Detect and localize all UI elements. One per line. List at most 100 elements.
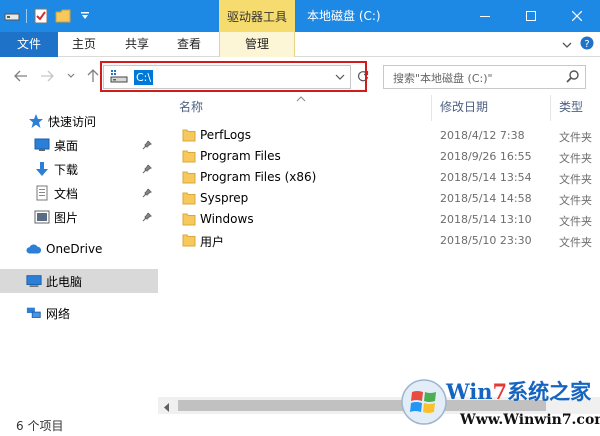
table-row[interactable]: Program Files (x86) 2018/5/14 13:54 文件夹: [158, 167, 600, 188]
forward-arrow-icon: [41, 70, 54, 82]
ribbon-tabs: 文件 主页 共享 查看 管理 ?: [0, 32, 600, 57]
quick-access-toolbar: [4, 7, 93, 25]
pin-icon[interactable]: [142, 187, 152, 201]
file-name: Program Files (x86): [200, 170, 317, 184]
tab-view[interactable]: 查看: [165, 32, 213, 57]
tab-manage[interactable]: 管理: [219, 32, 295, 57]
forward-button[interactable]: [38, 67, 56, 85]
customize-dropdown-icon[interactable]: [77, 8, 93, 24]
file-name: 用户: [200, 235, 225, 249]
table-row[interactable]: 用户 2018/5/10 23:30 文件夹: [158, 230, 600, 251]
minimize-icon: [480, 16, 490, 17]
search-input[interactable]: 搜索"本地磁盘 (C:)": [393, 70, 493, 86]
file-list: 名称 修改日期 类型 PerfLogs 2018/4/12 7:38 文件夹 P…: [158, 95, 600, 400]
file-date: 2018/5/10 23:30: [440, 234, 532, 247]
watermark: Win7系统之家 Www.Winwin7.com: [398, 372, 600, 436]
search-icon[interactable]: [565, 69, 581, 88]
column-header-date[interactable]: 修改日期: [440, 97, 488, 117]
drive-tools-context-tab: 驱动器工具: [219, 0, 295, 32]
address-highlight-frame: [100, 61, 367, 92]
sidebar-item-this-pc[interactable]: 此电脑: [0, 269, 158, 293]
pin-icon[interactable]: [142, 163, 152, 177]
folder-icon: [182, 191, 196, 208]
chevron-down-icon: [67, 73, 75, 78]
table-row[interactable]: Program Files 2018/9/26 16:55 文件夹: [158, 146, 600, 167]
minimize-button[interactable]: [462, 0, 508, 32]
tab-home[interactable]: 主页: [60, 32, 108, 57]
pin-icon[interactable]: [142, 139, 152, 153]
download-icon: [34, 161, 50, 177]
recent-locations-button[interactable]: [62, 67, 80, 85]
file-type: 文件夹: [559, 236, 592, 249]
help-icon[interactable]: ?: [580, 36, 594, 53]
file-name: Windows: [200, 212, 254, 226]
file-type: 文件夹: [559, 194, 592, 207]
toolbar-divider: [26, 9, 27, 23]
sidebar-item-label: 文档: [54, 186, 79, 201]
watermark-brand: Win7系统之家: [446, 379, 592, 404]
file-name: Program Files: [200, 149, 281, 163]
document-icon: [34, 185, 50, 201]
item-count: 6 个项目: [16, 419, 64, 433]
file-date: 2018/5/14 14:58: [440, 192, 532, 205]
navigation-pane: 快速访问 桌面 下载 文档 图片 OneDrive 此电脑 网络: [0, 95, 158, 415]
properties-check-icon[interactable]: [33, 8, 49, 24]
column-divider[interactable]: [550, 95, 551, 121]
title-bar: 驱动器工具 本地磁盘 (C:): [0, 0, 600, 32]
picture-icon: [34, 209, 50, 225]
sidebar-item-desktop[interactable]: 桌面: [0, 133, 158, 157]
sidebar-item-quick-access[interactable]: 快速访问: [0, 109, 158, 133]
column-divider[interactable]: [431, 95, 432, 121]
search-box[interactable]: 搜索"本地磁盘 (C:)": [383, 65, 586, 89]
folder-icon: [182, 128, 196, 145]
column-header-name[interactable]: 名称: [179, 97, 203, 117]
network-icon: [26, 305, 42, 321]
tab-file[interactable]: 文件: [0, 32, 58, 57]
star-icon: [28, 113, 44, 129]
sidebar-item-downloads[interactable]: 下载: [0, 157, 158, 181]
sidebar-item-documents[interactable]: 文档: [0, 181, 158, 205]
sidebar-item-label: 桌面: [54, 138, 79, 153]
maximize-icon: [526, 11, 536, 21]
file-name: Sysprep: [200, 191, 249, 205]
new-folder-icon[interactable]: [55, 8, 71, 24]
file-date: 2018/9/26 16:55: [440, 150, 532, 163]
windows-logo-icon: [401, 379, 447, 425]
file-date: 2018/5/14 13:54: [440, 171, 532, 184]
sidebar-item-onedrive[interactable]: OneDrive: [0, 237, 158, 261]
watermark-url: Www.Winwin7.com: [460, 412, 600, 428]
folder-icon: [182, 212, 196, 229]
file-date: 2018/5/14 13:10: [440, 213, 532, 226]
sidebar-item-label: 此电脑: [46, 274, 83, 289]
close-button[interactable]: [554, 0, 600, 32]
table-row[interactable]: PerfLogs 2018/4/12 7:38 文件夹: [158, 125, 600, 146]
table-row[interactable]: Windows 2018/5/14 13:10 文件夹: [158, 209, 600, 230]
file-name: PerfLogs: [200, 128, 252, 142]
folder-icon: [182, 170, 196, 187]
sidebar-item-label: 图片: [54, 210, 79, 225]
computer-icon: [26, 273, 42, 289]
close-icon: [572, 11, 582, 21]
table-row[interactable]: Sysprep 2018/5/14 14:58 文件夹: [158, 188, 600, 209]
window-title: 本地磁盘 (C:): [307, 9, 381, 23]
drive-icon[interactable]: [4, 8, 20, 24]
sort-ascending-icon: [296, 91, 306, 105]
maximize-button[interactable]: [508, 0, 554, 32]
folder-icon: [182, 233, 196, 250]
scroll-left-arrow-icon[interactable]: [164, 401, 170, 415]
folder-icon: [182, 149, 196, 166]
cloud-icon: [26, 241, 42, 257]
back-button[interactable]: [12, 67, 30, 85]
sidebar-item-label: 网络: [46, 306, 71, 321]
file-date: 2018/4/12 7:38: [440, 129, 525, 142]
file-type: 文件夹: [559, 131, 592, 144]
sidebar-item-label: OneDrive: [46, 242, 103, 256]
pin-icon[interactable]: [142, 211, 152, 225]
sidebar-item-pictures[interactable]: 图片: [0, 205, 158, 229]
expand-ribbon-chevron-icon[interactable]: [562, 38, 572, 52]
tab-share[interactable]: 共享: [113, 32, 161, 57]
column-header-type[interactable]: 类型: [559, 97, 583, 117]
svg-text:?: ?: [584, 39, 589, 50]
sidebar-item-network[interactable]: 网络: [0, 301, 158, 325]
file-type: 文件夹: [559, 173, 592, 186]
